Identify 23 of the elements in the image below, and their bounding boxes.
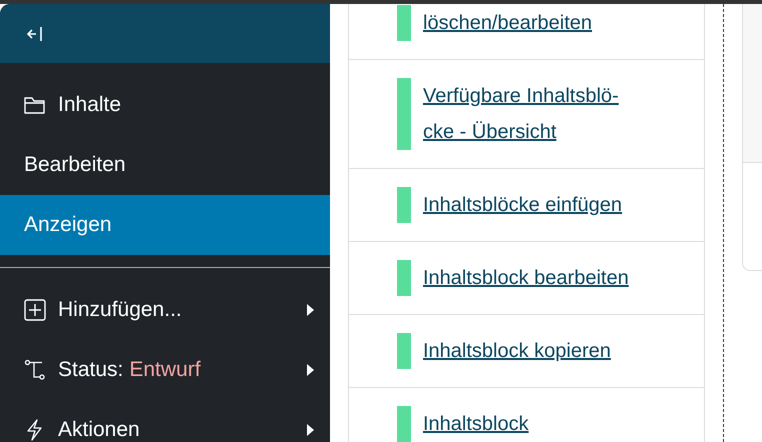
link[interactable]: Inhaltsblock bearbeiten [423,260,645,296]
accent-bar [397,187,411,223]
menu-item[interactable]: Bearbeiten [0,135,330,195]
menu-item[interactable]: Inhalte [0,75,330,135]
link[interactable]: Verfügbare Inhaltsblö-cke - Übersicht [423,78,645,150]
accent-bar [397,78,411,150]
accent-bar [397,260,411,296]
menu-item[interactable]: Aktionen [0,400,330,442]
workflow-icon [24,359,46,381]
menu-item[interactable]: Hinzufügen... [0,280,330,340]
menu-item[interactable]: Status: Entwurf [0,340,330,400]
link[interactable]: Inhaltsblock [423,406,645,442]
plus-icon [24,299,46,321]
link[interactable]: Inhaltsblöcke einfügen [423,187,645,223]
link[interactable]: Inhaltsblock kopieren [423,333,645,369]
folder-icon [24,96,46,114]
collapse-sidebar-icon[interactable] [26,26,44,42]
status-value: Entwurf [129,358,201,381]
accent-bar [397,333,411,369]
accent-bar [397,5,411,41]
link[interactable]: löschen/bearbeiten [423,5,645,41]
menu-item[interactable]: Anzeigen [0,195,330,255]
accent-bar [397,406,411,442]
